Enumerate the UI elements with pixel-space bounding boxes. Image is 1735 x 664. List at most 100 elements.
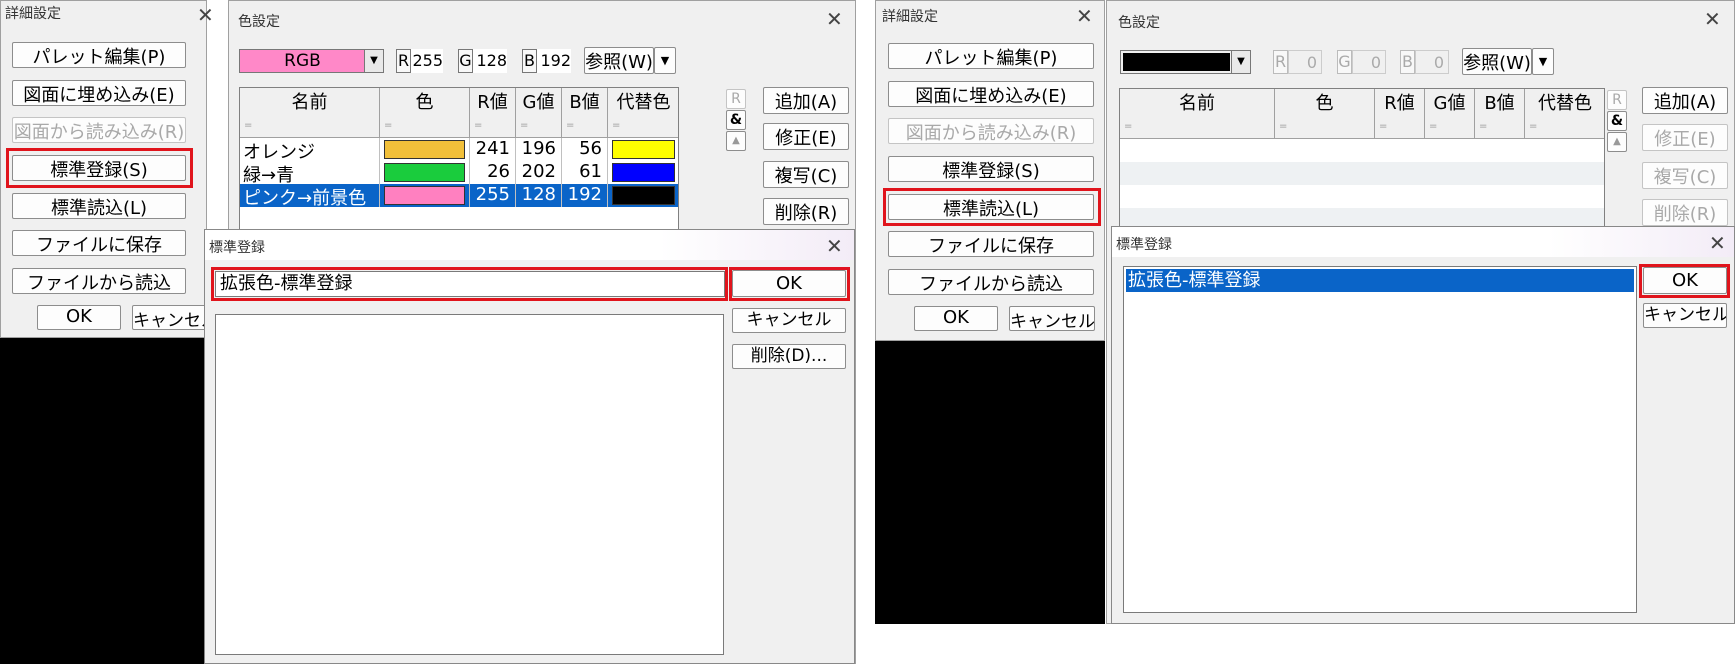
row-color bbox=[380, 138, 470, 161]
dialog-titlebar bbox=[1112, 227, 1734, 257]
color-mode-swatch: RGB bbox=[240, 50, 365, 72]
detail-settings-window: 詳細設定 ✕ パレット編集(P) 図面に埋め込み(E) 図面から読み込み(R) … bbox=[0, 0, 214, 338]
close-icon[interactable]: ✕ bbox=[197, 5, 214, 25]
embed-in-drawing-button[interactable]: 図面に埋め込み(E) bbox=[12, 80, 186, 106]
column-header-alt[interactable]: 代替色 = bbox=[608, 88, 678, 138]
window-title: 詳細設定 bbox=[882, 9, 938, 25]
g-value[interactable]: 128 bbox=[473, 49, 507, 73]
row-r: 255 bbox=[470, 184, 516, 207]
standard-register-dialog: 標準登録 ✕ 拡張色-標準登録 OK キャンセル 削除(D)... bbox=[204, 229, 855, 664]
color-swatch bbox=[384, 163, 465, 182]
r-flag-button[interactable]: R bbox=[1607, 90, 1627, 110]
column-header-name[interactable]: 名前 = bbox=[1120, 89, 1275, 139]
standard-load-dialog: 標準登録 ✕ 拡張色-標準登録 OK キャンセル bbox=[1111, 226, 1735, 624]
color-swatch bbox=[384, 186, 465, 205]
list-item[interactable]: 拡張色-標準登録 bbox=[1126, 269, 1634, 292]
reference-button[interactable]: 参照(W) bbox=[1462, 48, 1532, 75]
close-icon[interactable]: ✕ bbox=[826, 9, 843, 29]
and-flag-button[interactable]: & bbox=[1607, 111, 1627, 131]
row-b: 56 bbox=[562, 138, 608, 161]
b-value[interactable]: 192 bbox=[537, 49, 571, 73]
delete-button[interactable]: 削除(R) bbox=[1642, 199, 1728, 226]
row-g: 196 bbox=[516, 138, 562, 161]
delete-button[interactable]: 削除(R) bbox=[763, 198, 849, 225]
dialog-title: 標準登録 bbox=[209, 240, 265, 256]
load-from-drawing-button[interactable]: 図面から読み込み(R) bbox=[888, 118, 1094, 144]
r-label: R bbox=[1273, 50, 1288, 74]
reference-dropdown[interactable]: ▼ bbox=[1532, 48, 1554, 75]
r-value[interactable]: 0 bbox=[1288, 50, 1322, 74]
close-icon[interactable]: ✕ bbox=[1709, 233, 1726, 253]
column-header-name[interactable]: 名前 = bbox=[240, 88, 380, 138]
and-flag-button[interactable]: & bbox=[726, 110, 746, 130]
reference-button[interactable]: 参照(W) bbox=[584, 47, 654, 74]
column-header-color[interactable]: 色 = bbox=[380, 88, 470, 138]
row-g: 128 bbox=[516, 184, 562, 207]
color-table: 名前 = 色 = R値 = G値 = B値 = 代替色 = bbox=[1119, 88, 1605, 228]
palette-edit-button[interactable]: パレット編集(P) bbox=[888, 43, 1094, 69]
color-mode-select[interactable]: RGB ▼ bbox=[239, 49, 384, 73]
registered-list[interactable]: 拡張色-標準登録 bbox=[1123, 266, 1637, 613]
standard-load-button[interactable]: 標準読込(L) bbox=[12, 193, 186, 219]
save-to-file-button[interactable]: ファイルに保存 bbox=[12, 230, 186, 256]
add-button[interactable]: 追加(A) bbox=[763, 87, 849, 114]
ok-button[interactable]: OK bbox=[914, 306, 998, 331]
load-from-file-button[interactable]: ファイルから読込 bbox=[888, 269, 1094, 295]
color-mode-swatch bbox=[1123, 53, 1230, 71]
column-header-r[interactable]: R値 = bbox=[470, 88, 516, 138]
alt-color-swatch bbox=[612, 186, 675, 205]
column-header-g[interactable]: G値 = bbox=[516, 88, 562, 138]
row-color bbox=[380, 184, 470, 207]
row-r: 26 bbox=[470, 161, 516, 184]
palette-edit-button[interactable]: パレット編集(P) bbox=[12, 42, 186, 68]
load-from-file-button[interactable]: ファイルから読込 bbox=[12, 268, 186, 294]
close-icon[interactable]: ✕ bbox=[1704, 9, 1721, 29]
chevron-down-icon[interactable]: ▼ bbox=[1231, 51, 1250, 73]
ok-button[interactable]: OK bbox=[37, 305, 121, 330]
color-mode-select[interactable]: ▼ bbox=[1120, 50, 1251, 74]
column-header-alt[interactable]: 代替色 = bbox=[1525, 89, 1604, 139]
modify-button[interactable]: 修正(E) bbox=[763, 123, 849, 150]
r-flag-button[interactable]: R bbox=[726, 89, 746, 109]
cancel-button[interactable]: キャンセル bbox=[1643, 303, 1727, 328]
scroll-up-button[interactable]: ▲ bbox=[726, 131, 746, 151]
table-row[interactable]: オレンジ 241 196 56 bbox=[240, 138, 678, 161]
column-header-r[interactable]: R値 = bbox=[1375, 89, 1425, 139]
modify-button[interactable]: 修正(E) bbox=[1642, 124, 1728, 151]
scroll-up-button[interactable]: ▲ bbox=[1607, 132, 1627, 152]
highlight-box bbox=[883, 188, 1101, 226]
save-to-file-button[interactable]: ファイルに保存 bbox=[888, 231, 1094, 257]
cancel-button[interactable]: キャンセル bbox=[132, 305, 206, 330]
registered-list[interactable] bbox=[215, 314, 724, 655]
cancel-button[interactable]: キャンセル bbox=[1009, 306, 1095, 331]
close-icon[interactable]: ✕ bbox=[1076, 6, 1093, 26]
r-value[interactable]: 255 bbox=[411, 49, 443, 73]
detail-settings-window: 詳細設定 ✕ パレット編集(P) 図面に埋め込み(E) 図面から読み込み(R) … bbox=[875, 0, 1105, 341]
standard-register-button[interactable]: 標準登録(S) bbox=[888, 156, 1094, 182]
background-left bbox=[0, 338, 207, 664]
g-value[interactable]: 0 bbox=[1352, 50, 1386, 74]
column-header-b[interactable]: B値 = bbox=[562, 88, 608, 138]
column-header-color[interactable]: 色 = bbox=[1275, 89, 1375, 139]
copy-button[interactable]: 複写(C) bbox=[763, 161, 849, 188]
close-icon[interactable]: ✕ bbox=[826, 236, 843, 256]
row-alt bbox=[608, 161, 678, 184]
highlight-box bbox=[729, 267, 850, 301]
chevron-down-icon[interactable]: ▼ bbox=[364, 50, 383, 72]
alt-color-swatch bbox=[612, 163, 675, 182]
column-header-g[interactable]: G値 = bbox=[1425, 89, 1475, 139]
table-row-selected[interactable]: ピンク→前景色 255 128 192 bbox=[240, 184, 678, 207]
add-button[interactable]: 追加(A) bbox=[1642, 87, 1728, 114]
b-value[interactable]: 0 bbox=[1415, 50, 1449, 74]
table-row[interactable]: 緑→青 26 202 61 bbox=[240, 161, 678, 184]
column-header-b[interactable]: B値 = bbox=[1475, 89, 1525, 139]
highlight-box bbox=[211, 267, 728, 301]
delete-button[interactable]: 削除(D)... bbox=[732, 344, 846, 369]
copy-button[interactable]: 複写(C) bbox=[1642, 162, 1728, 189]
embed-in-drawing-button[interactable]: 図面に埋め込み(E) bbox=[888, 81, 1094, 107]
color-swatch bbox=[384, 140, 465, 159]
cancel-button[interactable]: キャンセル bbox=[732, 308, 846, 333]
reference-dropdown[interactable]: ▼ bbox=[654, 47, 676, 74]
load-from-drawing-button[interactable]: 図面から読み込み(R) bbox=[12, 117, 186, 143]
row-g: 202 bbox=[516, 161, 562, 184]
